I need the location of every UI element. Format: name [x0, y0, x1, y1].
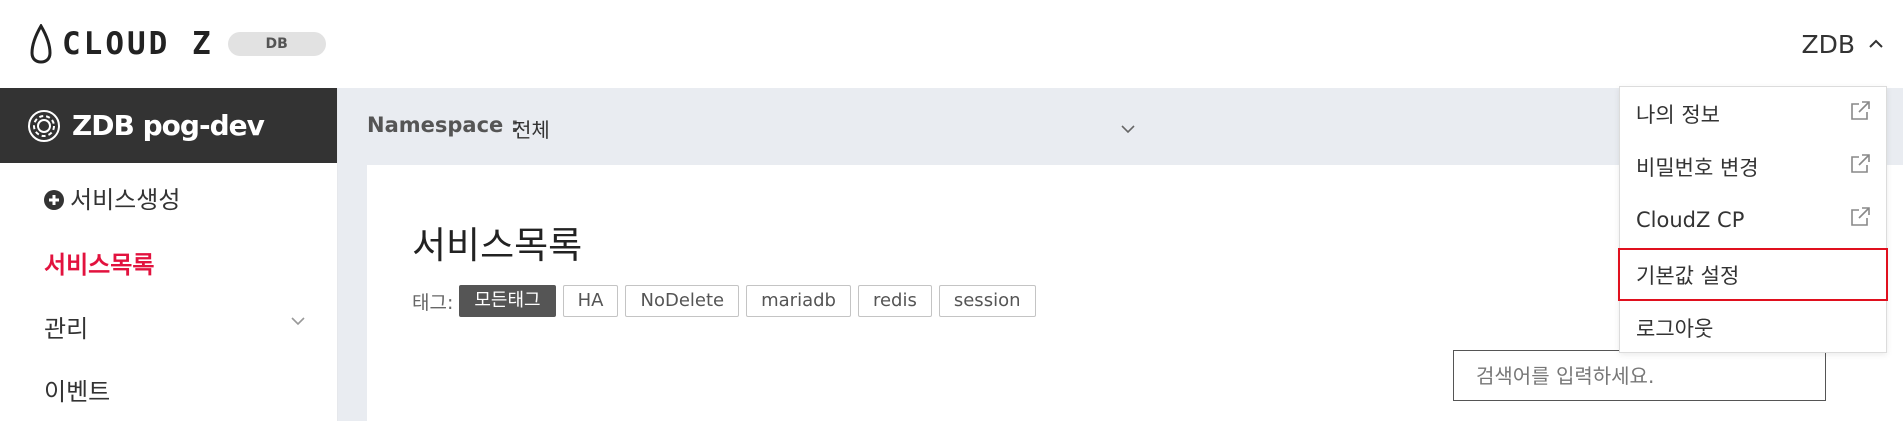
namespace-select[interactable]: 전체 — [513, 110, 1143, 146]
menu-item-cloudz-cp[interactable]: CloudZ CP — [1620, 193, 1886, 246]
nav-create-service[interactable]: 서비스생성 — [44, 180, 180, 215]
tag-ha[interactable]: HA — [562, 285, 619, 317]
menu-item-label: 로그아웃 — [1636, 316, 1714, 341]
drop-logo-icon — [30, 24, 52, 64]
plus-circle-icon — [44, 190, 64, 210]
menu-item-change-password[interactable]: 비밀번호 변경 — [1620, 140, 1886, 193]
menu-item-logout[interactable]: 로그아웃 — [1620, 301, 1886, 354]
nav-service-list[interactable]: 서비스목록 — [44, 245, 154, 280]
user-menu-toggle[interactable]: ZDB — [1801, 26, 1885, 62]
user-name: ZDB — [1801, 29, 1855, 59]
nav-label: 서비스생성 — [70, 186, 181, 214]
menu-item-label: CloudZ CP — [1636, 207, 1745, 232]
search-box — [1453, 350, 1826, 401]
db-badge: DB — [227, 32, 326, 56]
tag-redis[interactable]: redis — [857, 285, 932, 317]
tag-filter: 태그: 모든태그 HA NoDelete mariadb redis sessi… — [412, 285, 1043, 317]
menu-item-label: 나의 정보 — [1636, 102, 1720, 127]
user-dropdown-menu: 나의 정보 비밀번호 변경 CloudZ CP 기본값 설정 로그아웃 — [1618, 86, 1888, 354]
gear-icon — [28, 109, 60, 142]
chevron-up-icon — [1869, 39, 1883, 48]
logo-text: CLOUD Z — [62, 26, 214, 62]
menu-item-default-settings[interactable]: 기본값 설정 — [1618, 248, 1888, 301]
namespace-label: Namespace : — [367, 113, 519, 137]
tag-session[interactable]: session — [938, 285, 1036, 317]
page-title: 서비스목록 — [412, 224, 583, 267]
chevron-down-icon — [1121, 125, 1135, 134]
menu-item-label: 비밀번호 변경 — [1636, 155, 1759, 180]
nav-events[interactable]: 이벤트 — [44, 372, 110, 407]
top-header: CLOUD Z DB ZDB — [0, 0, 1903, 88]
external-link-icon — [1851, 154, 1870, 173]
tag-mariadb[interactable]: mariadb — [746, 285, 851, 317]
namespace-value: 전체 — [513, 118, 550, 142]
search-input[interactable] — [1454, 351, 1825, 400]
tag-nodelete[interactable]: NoDelete — [625, 285, 740, 317]
tags-label: 태그: — [412, 291, 454, 314]
menu-item-my-info[interactable]: 나의 정보 — [1620, 87, 1886, 140]
cluster-name: ZDB pog-dev — [72, 109, 265, 142]
external-link-icon — [1851, 207, 1870, 226]
chevron-down-icon — [291, 317, 305, 326]
cluster-header[interactable]: ZDB pog-dev — [0, 88, 337, 163]
cloudz-logo[interactable]: CLOUD Z DB — [30, 24, 326, 64]
sidebar: ZDB pog-dev 서비스생성 서비스목록 관리 이벤트 — [0, 88, 338, 421]
tag-all[interactable]: 모든태그 — [459, 285, 556, 317]
external-link-icon — [1851, 101, 1870, 120]
nav-manage[interactable]: 관리 — [44, 309, 88, 344]
menu-item-label: 기본값 설정 — [1636, 263, 1740, 288]
